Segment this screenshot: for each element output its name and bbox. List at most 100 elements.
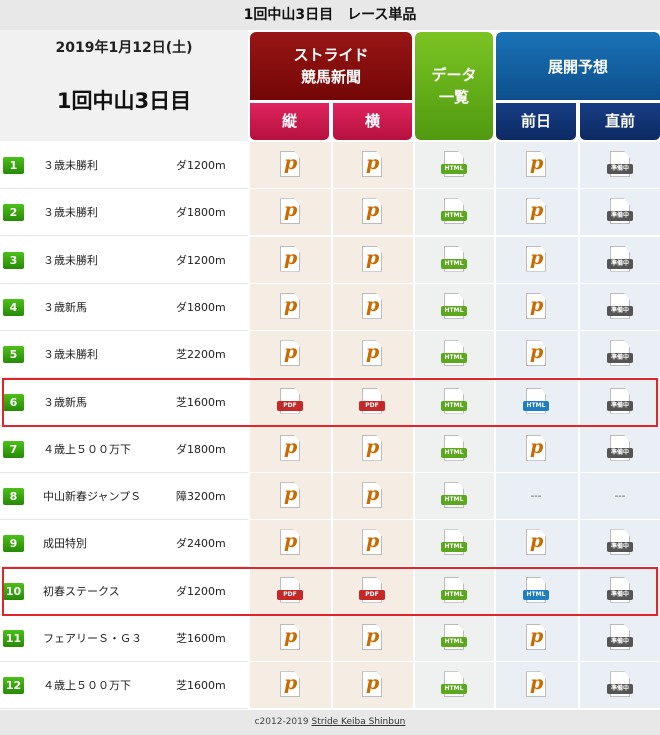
preparing-icon: 準備中 [607,624,633,654]
pdf-p-icon[interactable]: p [277,151,303,181]
race-name[interactable]: ４歳上５００万下 [43,441,131,457]
race-name[interactable]: ３歳新馬 [43,299,87,315]
race-date: 2019年1月12日(土) [55,40,193,56]
pdf-p-icon[interactable]: p [277,529,303,559]
pdf-p-icon[interactable]: p [523,198,549,228]
html-icon[interactable]: HTML [441,340,467,370]
pdf-p-icon[interactable]: p [523,151,549,181]
table-row: 9 成田特別 ダ2400m p p HTML p 準備中 [0,520,660,568]
html-icon[interactable]: HTML [441,671,467,701]
pdf-p-icon[interactable]: p [523,434,549,465]
icon-label: HTML [441,447,467,458]
race-name[interactable]: フェアリーＳ・Ｇ３ [43,630,142,646]
copyright: c2012-2019 [254,717,309,727]
table-row: 7 ４歳上５００万下 ダ1800m p p HTML p 準備中 [0,425,660,473]
icon-label: 準備中 [607,684,633,695]
race-info-cell: 8 中山新春ジャンプＳ 障3200m [0,473,248,521]
preparing-icon: 準備中 [607,245,633,276]
pdf-p-icon[interactable]: p [277,292,303,323]
p-glyph-icon: p [366,293,380,316]
race-name[interactable]: ３歳未勝利 [43,204,98,220]
pdf-p-icon[interactable]: p [523,624,549,654]
race-info-cell: 5 ３歳未勝利 芝2200m [0,331,248,379]
race-info-cell: 12 ４歳上５００万下 芝1600m [0,662,248,710]
pdf-p-icon[interactable]: p [277,434,303,465]
footer: c2012-2019 Stride Keiba Shinbun [0,710,660,735]
pdf-p-icon[interactable]: p [277,482,303,512]
pdf-p-icon[interactable]: p [359,151,385,181]
pdf-p-icon[interactable]: p [523,292,549,323]
race-number-badge: 12 [3,677,24,695]
preparing-icon: 準備中 [607,292,633,323]
pdf-p-icon[interactable]: p [277,624,303,654]
pdf-p-icon[interactable]: p [523,671,549,701]
yoko-header: 横 [333,103,412,140]
table-row: 4 ３歳新馬 ダ1800m p p HTML p 準備中 [0,283,660,331]
pdf-p-icon[interactable]: p [359,292,385,323]
icon-label: 準備中 [607,305,633,316]
race-info-cell: 3 ３歳未勝利 ダ1200m [0,236,248,284]
icon-label: 準備中 [607,353,633,364]
p-glyph-icon: p [366,246,380,269]
footer-link[interactable]: Stride Keiba Shinbun [312,717,406,727]
icon-label: HTML [441,164,467,174]
race-distance: ダ1800m [176,300,226,314]
pdf-p-icon[interactable]: p [359,529,385,559]
race-name[interactable]: ３歳未勝利 [43,346,98,362]
table-row: 12 ４歳上５００万下 芝1600m p p HTML p 準備中 [0,662,660,710]
race-info-cell: 11 フェアリーＳ・Ｇ３ 芝1600m [0,615,248,662]
table-row: 1 ３歳未勝利 ダ1200m p p HTML p 準備中 [0,142,660,189]
pdf-p-icon[interactable]: p [359,671,385,701]
data-list-header: データ 一覧 [415,32,493,140]
pdf-p-icon[interactable]: p [359,482,385,512]
pdf-p-icon[interactable]: p [359,198,385,228]
meet-name: 1回中山3日目 [56,89,192,113]
race-name[interactable]: 成田特別 [43,535,87,551]
table-row: 5 ３歳未勝利 芝2200m p p HTML p 準備中 [0,331,660,379]
race-name[interactable]: ３歳未勝利 [43,157,98,173]
pdf-p-icon[interactable]: p [277,198,303,228]
html-icon[interactable]: HTML [441,198,467,228]
table-row: 8 中山新春ジャンプＳ 障3200m p p HTML --- --- [0,473,660,521]
page-title: 1回中山3日目 レース単品 [0,0,660,30]
pdf-p-icon[interactable]: p [523,245,549,276]
race-number-badge: 5 [3,346,24,364]
p-glyph-icon: p [284,435,298,458]
pdf-p-icon[interactable]: p [277,671,303,701]
pdf-p-icon[interactable]: p [359,624,385,654]
pdf-p-icon[interactable]: p [523,529,549,559]
html-icon[interactable]: HTML [441,245,467,276]
pdf-p-icon[interactable]: p [523,340,549,370]
race-distance: ダ1800m [176,442,226,456]
html-icon[interactable]: HTML [441,151,467,181]
p-glyph-icon: p [366,483,380,506]
preparing-icon: 準備中 [607,529,633,559]
html-icon[interactable]: HTML [441,624,467,654]
race-distance: 芝1600m [176,632,226,645]
p-glyph-icon: p [530,530,544,553]
race-info-cell: 2 ３歳未勝利 ダ1800m [0,189,248,237]
html-icon[interactable]: HTML [441,434,467,465]
race-info-cell: 1 ３歳未勝利 ダ1200m [0,142,248,189]
html-icon[interactable]: HTML [441,292,467,323]
race-name[interactable]: ４歳上５００万下 [43,677,131,693]
html-icon[interactable]: HTML [441,529,467,559]
preparing-icon: 準備中 [607,340,633,370]
p-glyph-icon: p [284,341,298,364]
tenkai-header: 展開予想 [496,32,660,100]
race-number-badge: 8 [3,488,24,506]
html-icon[interactable]: HTML [441,482,467,512]
pdf-p-icon[interactable]: p [359,340,385,370]
race-number-badge: 3 [3,251,24,269]
pdf-p-icon[interactable]: p [359,245,385,276]
pdf-p-icon[interactable]: p [359,434,385,465]
race-info-cell: 7 ４歳上５００万下 ダ1800m [0,425,248,473]
race-number-badge: 4 [3,298,24,316]
race-name[interactable]: 中山新春ジャンプＳ [43,488,141,504]
race-name[interactable]: ３歳未勝利 [43,252,98,268]
icon-label: 準備中 [607,637,633,647]
icon-label: HTML [441,258,467,269]
pdf-p-icon[interactable]: p [277,245,303,276]
pdf-p-icon[interactable]: p [277,340,303,370]
icon-label: 準備中 [607,447,633,458]
